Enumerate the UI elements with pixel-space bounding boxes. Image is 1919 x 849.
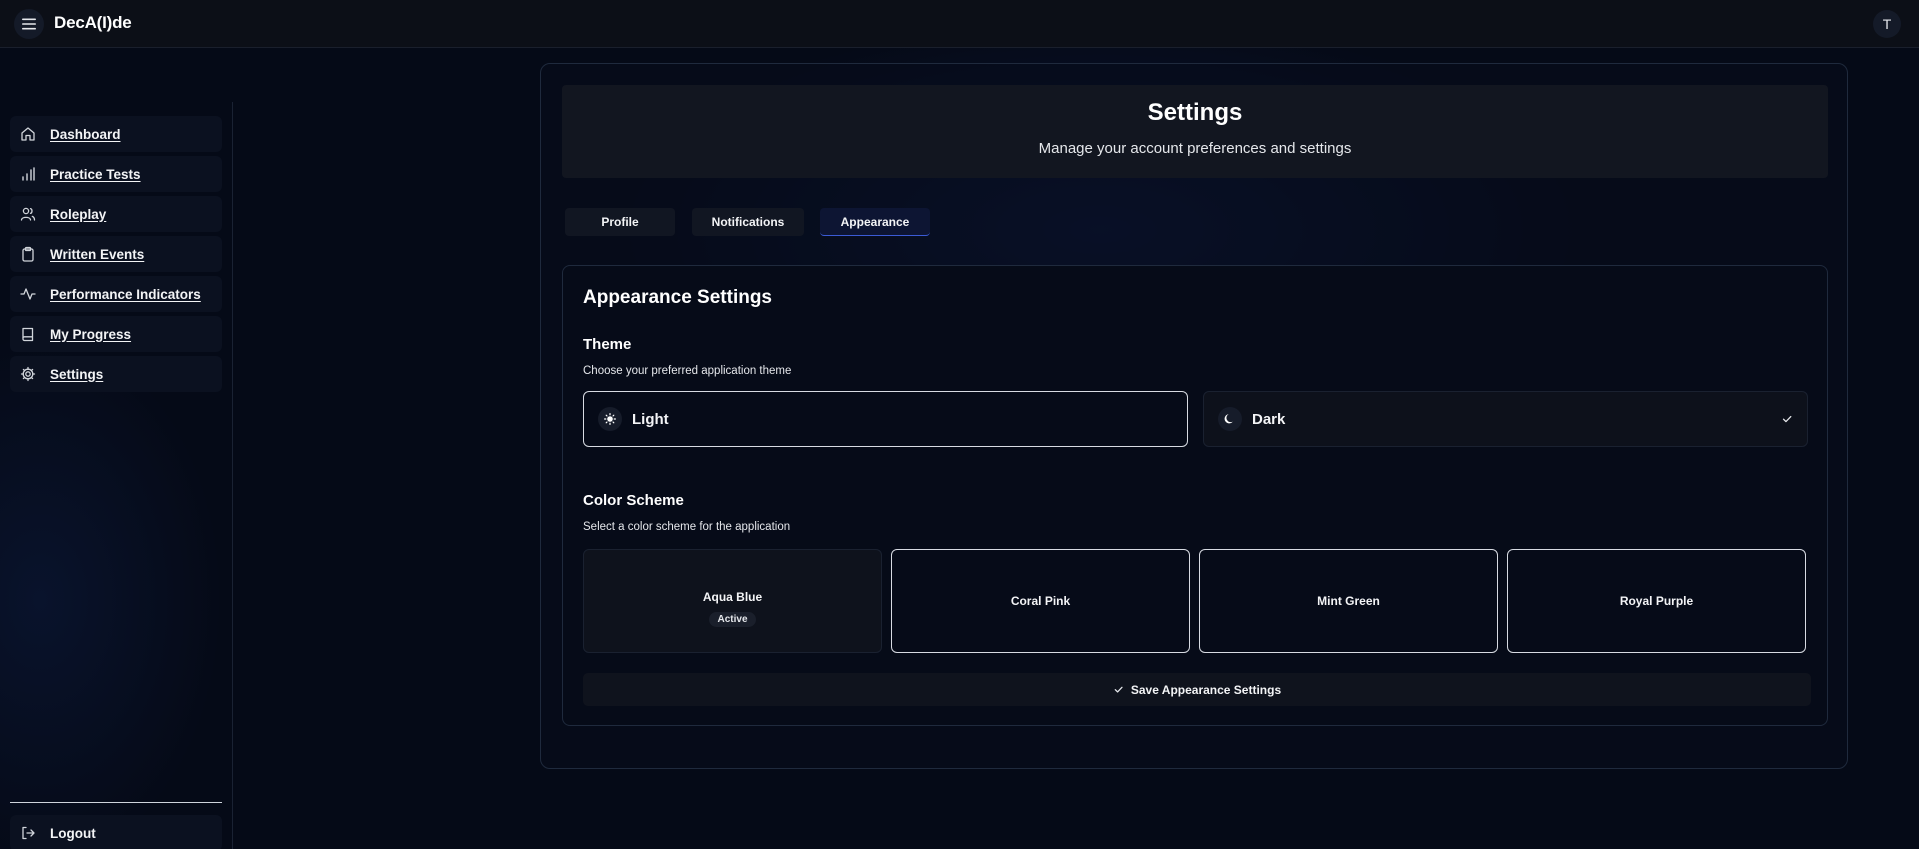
bar-chart-icon xyxy=(20,166,36,182)
top-bar: DecA(I)de T xyxy=(0,0,1919,48)
color-scheme-label: Coral Pink xyxy=(1010,594,1071,608)
user-avatar[interactable]: T xyxy=(1873,10,1901,38)
settings-card: Settings Manage your account preferences… xyxy=(540,63,1848,769)
sidebar-divider xyxy=(10,802,222,803)
panel-title: Appearance Settings xyxy=(583,287,772,308)
color-scheme-mint-green[interactable]: Mint Green xyxy=(1199,549,1498,653)
tab-appearance[interactable]: Appearance xyxy=(820,208,930,236)
sidebar-item-label: Performance Indicators xyxy=(50,286,201,302)
sidebar-item-my-progress[interactable]: My Progress xyxy=(10,316,222,352)
theme-option-dark[interactable]: Dark xyxy=(1203,391,1808,447)
check-icon xyxy=(1781,412,1793,430)
page-title: Settings xyxy=(1147,99,1243,126)
book-icon xyxy=(20,326,36,342)
clipboard-icon xyxy=(20,246,36,262)
color-scheme-section-title: Color Scheme xyxy=(583,492,684,509)
settings-header: Settings Manage your account preferences… xyxy=(562,85,1828,178)
color-scheme-label: Royal Purple xyxy=(1619,594,1694,608)
sidebar-item-roleplay[interactable]: Roleplay xyxy=(10,196,222,232)
sun-icon xyxy=(598,407,622,431)
logout-icon xyxy=(20,825,36,841)
logout-button[interactable]: Logout xyxy=(10,815,222,849)
sidebar-item-label: Roleplay xyxy=(50,206,107,222)
moon-icon xyxy=(1218,407,1242,431)
gear-icon xyxy=(20,366,36,382)
tab-profile[interactable]: Profile xyxy=(565,208,675,236)
sidebar-item-dashboard[interactable]: Dashboard xyxy=(10,116,222,152)
theme-option-light[interactable]: Light xyxy=(583,391,1188,447)
color-scheme-label: Aqua Blue xyxy=(702,589,763,604)
tab-notifications[interactable]: Notifications xyxy=(692,208,804,236)
save-appearance-label: Save Appearance Settings xyxy=(1130,682,1282,697)
brand-logo-text[interactable]: DecA(I)de xyxy=(54,13,132,33)
sidebar: Dashboard Practice Tests Roleplay Writte… xyxy=(0,102,233,849)
theme-option-label: Dark xyxy=(1252,410,1286,428)
color-scheme-aqua-blue[interactable]: Aqua Blue Active xyxy=(583,549,882,653)
sidebar-item-performance-indicators[interactable]: Performance Indicators xyxy=(10,276,222,312)
color-scheme-section-description: Select a color scheme for the applicatio… xyxy=(583,521,791,533)
sidebar-item-settings[interactable]: Settings xyxy=(10,356,222,392)
hamburger-icon xyxy=(22,18,36,30)
menu-toggle-button[interactable] xyxy=(14,9,44,39)
theme-option-label: Light xyxy=(632,410,669,428)
color-scheme-label: Mint Green xyxy=(1317,594,1380,608)
theme-section-title: Theme xyxy=(583,336,632,353)
sidebar-item-written-events[interactable]: Written Events xyxy=(10,236,222,272)
save-appearance-button[interactable]: Save Appearance Settings xyxy=(583,673,1811,706)
sidebar-item-label: Written Events xyxy=(50,246,145,262)
active-badge: Active xyxy=(709,611,756,627)
sidebar-item-label: Dashboard xyxy=(50,126,121,142)
users-icon xyxy=(20,206,36,222)
sidebar-item-practice-tests[interactable]: Practice Tests xyxy=(10,156,222,192)
activity-icon xyxy=(20,286,36,302)
appearance-panel: Appearance Settings Theme Choose your pr… xyxy=(562,265,1828,726)
sidebar-item-label: Settings xyxy=(50,366,104,382)
logout-label: Logout xyxy=(50,825,96,841)
sidebar-item-label: Practice Tests xyxy=(50,166,141,182)
sidebar-item-label: My Progress xyxy=(50,326,132,342)
theme-section-description: Choose your preferred application theme xyxy=(583,365,792,377)
page-subtitle: Manage your account preferences and sett… xyxy=(1038,140,1352,157)
color-scheme-royal-purple[interactable]: Royal Purple xyxy=(1507,549,1806,653)
color-scheme-coral-pink[interactable]: Coral Pink xyxy=(891,549,1190,653)
check-icon xyxy=(1113,684,1124,695)
home-icon xyxy=(20,126,36,142)
